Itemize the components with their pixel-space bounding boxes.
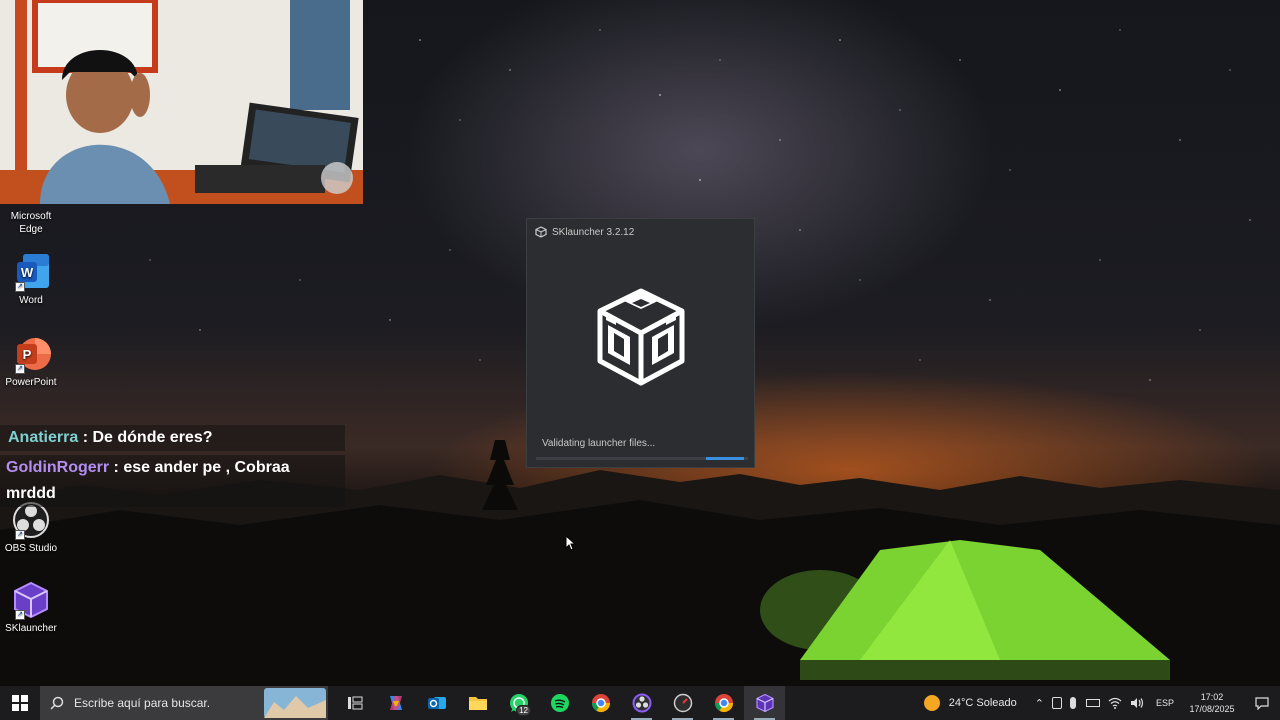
- powerpoint-icon: P ↗: [11, 334, 51, 374]
- spotify-icon: [550, 694, 569, 712]
- taskbar-app-outlook[interactable]: [416, 686, 457, 720]
- search-icon: [50, 696, 64, 710]
- taskbar-clock[interactable]: 17:02 17/08/2025: [1180, 691, 1244, 715]
- desktop-icon-word[interactable]: W ↗ Word: [2, 252, 60, 307]
- battery-icon[interactable]: [1085, 699, 1100, 707]
- sklauncher-icon: [755, 693, 774, 713]
- windows-logo-icon: [12, 695, 28, 711]
- webcam-overlay: [0, 0, 363, 204]
- system-tray: 24°C Soleado ⌃ ESP 17:02 17/08/2025: [923, 686, 1280, 720]
- speed-icon: [673, 693, 692, 713]
- webcam-image: [0, 0, 363, 204]
- weather-text: 24°C Soleado: [948, 697, 1017, 709]
- sklauncher-icon: [535, 226, 547, 238]
- language-indicator[interactable]: ESP: [1156, 698, 1174, 708]
- shortcut-arrow-icon: ↗: [15, 364, 25, 374]
- desktop-icon-edge[interactable]: Microsoft Edge: [2, 190, 60, 236]
- taskbar-app-speed[interactable]: [662, 686, 703, 720]
- desktop-icon-label: Word: [19, 295, 43, 306]
- taskbar-search-box[interactable]: Escribe aquí para buscar.: [40, 686, 328, 720]
- chrome-icon: [714, 694, 733, 713]
- desktop-icon-sklauncher[interactable]: ↗ SKlauncher: [2, 580, 60, 635]
- outlook-icon: [427, 697, 446, 709]
- start-button[interactable]: [0, 686, 40, 720]
- loading-progress-bar: [536, 457, 748, 460]
- window-title: SKlauncher 3.2.12: [535, 226, 634, 238]
- taskbar-app-chrome[interactable]: [580, 686, 621, 720]
- obs-icon: [632, 693, 651, 713]
- notifications-button[interactable]: [1244, 686, 1280, 720]
- word-icon: W ↗: [11, 252, 51, 292]
- taskbar-app-file-explorer[interactable]: [457, 686, 498, 720]
- loading-status-text: Validating launcher files...: [542, 438, 656, 449]
- copilot-icon: [389, 696, 402, 710]
- taskbar-app-chrome-2[interactable]: [703, 686, 744, 720]
- clock-date: 17/08/2025: [1189, 704, 1235, 714]
- show-hidden-icons-chevron-icon[interactable]: ⌃: [1035, 697, 1044, 710]
- loading-progress-fill: [705, 457, 744, 460]
- notification-badge: 12: [516, 705, 531, 716]
- sklauncher-logo: [597, 288, 685, 386]
- chat-message: Anatierra : De dónde eres?: [0, 425, 345, 451]
- desktop-icon-powerpoint[interactable]: P ↗ PowerPoint: [2, 334, 60, 389]
- window-title-text: SKlauncher 3.2.12: [552, 226, 635, 238]
- taskbar-app-obs[interactable]: [621, 686, 662, 720]
- desktop-icon-label: OBS Studio: [4, 543, 58, 554]
- shortcut-arrow-icon: ↗: [15, 530, 25, 540]
- wifi-icon[interactable]: [1108, 697, 1122, 709]
- edge-icon: [11, 190, 51, 208]
- taskbar: Escribe aquí para buscar. 12 24°C Solead…: [0, 686, 1280, 720]
- task-view-button[interactable]: [334, 686, 375, 720]
- sklauncher-splash-window: SKlauncher 3.2.12 Validating launcher fi…: [526, 218, 755, 468]
- sklauncher-icon: ↗: [11, 580, 51, 620]
- svg-text:W: W: [21, 265, 34, 280]
- task-view-icon: [347, 696, 362, 710]
- desktop-icon-label: Microsoft: [10, 211, 52, 222]
- sun-icon: [923, 695, 940, 711]
- microphone-icon[interactable]: [1069, 697, 1076, 709]
- device-icon[interactable]: [1051, 697, 1062, 709]
- chat-message: GoldinRogerr : ese ander pe , Cobraa mrd…: [0, 455, 345, 507]
- search-placeholder: Escribe aquí para buscar.: [74, 696, 211, 710]
- mouse-cursor-icon: [565, 535, 577, 551]
- chat-username: GoldinRogerr: [6, 459, 110, 476]
- desktop-icon-label: PowerPoint: [5, 377, 57, 388]
- shortcut-arrow-icon: ↗: [15, 282, 25, 292]
- taskbar-app-sklauncher[interactable]: [744, 686, 785, 720]
- svg-text:P: P: [23, 347, 32, 362]
- search-highlight-image: [264, 688, 326, 718]
- weather-widget[interactable]: 24°C Soleado: [923, 695, 1017, 711]
- folder-icon: [468, 697, 487, 710]
- notification-icon: [1255, 696, 1269, 710]
- taskbar-app-spotify[interactable]: [539, 686, 580, 720]
- clock-time: 17:02: [1200, 692, 1224, 702]
- chat-text: : De dónde eres?: [78, 429, 213, 446]
- desktop-icon-label: SKlauncher: [5, 623, 57, 634]
- chat-username: Anatierra: [8, 429, 79, 446]
- volume-icon[interactable]: [1130, 697, 1144, 709]
- shortcut-arrow-icon: ↗: [15, 610, 25, 620]
- stream-chat-overlay: Anatierra : De dónde eres? GoldinRogerr …: [0, 425, 345, 507]
- desktop-icon-label-2: Edge: [19, 224, 43, 235]
- chrome-icon: [591, 694, 610, 713]
- taskbar-app-copilot[interactable]: [375, 686, 416, 720]
- desktop-icon-obs[interactable]: ↗ OBS Studio: [2, 500, 60, 555]
- taskbar-app-whatsapp[interactable]: 12: [498, 686, 539, 720]
